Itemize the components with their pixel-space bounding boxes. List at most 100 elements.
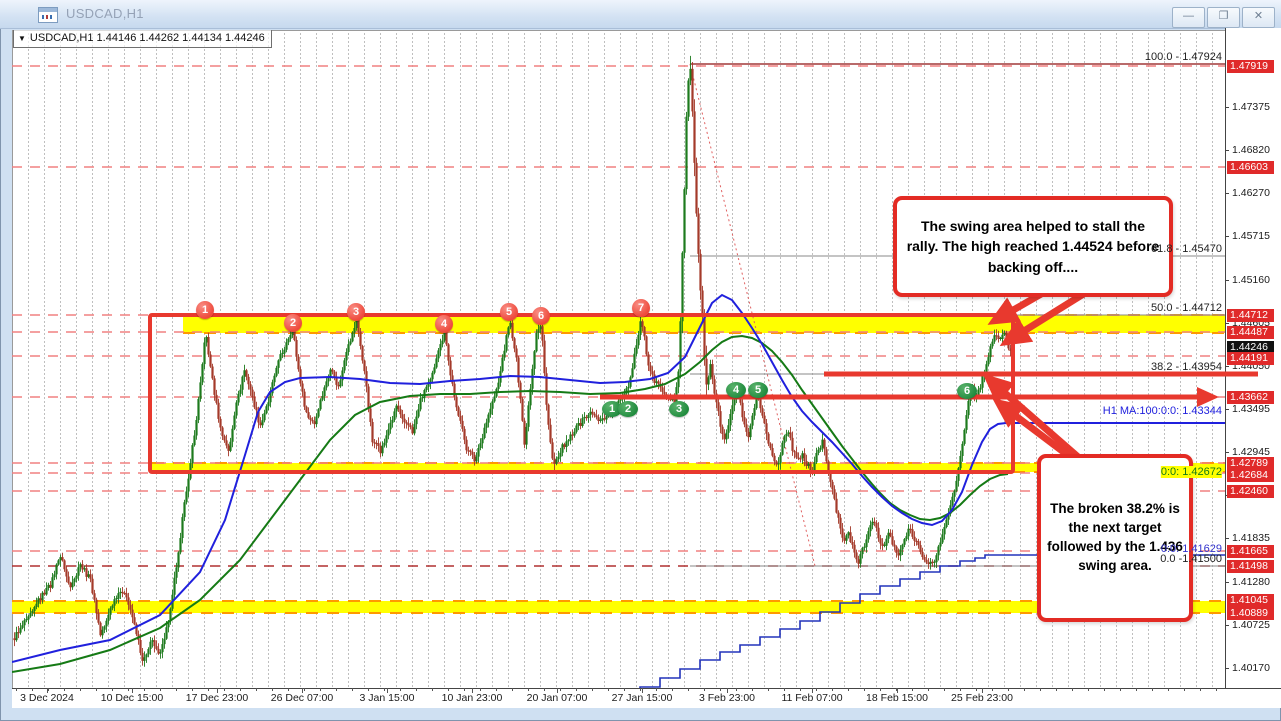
price-tick [1225,625,1229,626]
minor-time-tick [1216,688,1217,691]
level-price-badge: 1.43662 [1227,391,1274,404]
minor-time-tick [656,688,657,691]
annotation-swing-area[interactable]: The swing area helped to stall the rally… [893,196,1173,297]
time-tick-label: 18 Feb 15:00 [866,692,928,704]
time-tick-label: 20 Jan 07:00 [527,692,588,704]
minor-time-tick [192,688,193,691]
minor-time-tick [1040,688,1041,691]
swing-low-marker: 5 [748,382,768,398]
minor-time-tick [1136,688,1137,691]
level-price-badge: 1.41045 [1227,594,1274,607]
minor-time-tick [128,688,129,691]
ma-value-label: 0:0: 1.42672 [1161,466,1222,478]
minor-time-tick [560,688,561,691]
minor-time-tick [1168,688,1169,691]
level-price-badge: 1.41665 [1227,545,1274,558]
swing-high-marker: 2 [284,314,302,332]
minor-time-tick [672,688,673,691]
minor-time-tick [256,688,257,691]
minor-time-tick [160,688,161,691]
minor-time-tick [1088,688,1089,691]
price-tick-label: 1.45715 [1232,230,1270,242]
minor-time-tick [736,688,737,691]
level-price-badge: 1.47919 [1227,60,1274,73]
minor-time-tick [480,688,481,691]
minor-time-tick [32,688,33,691]
price-tick [1225,150,1229,151]
ma-value-label: 0:0: 1.41629 [1161,543,1222,555]
minor-time-tick [208,688,209,691]
minor-time-tick [48,688,49,691]
swing-high-marker: 6 [532,307,550,325]
minor-time-tick [704,688,705,691]
ohlc-text: USDCAD,H1 1.44146 1.44262 1.44134 1.4424… [30,32,265,44]
time-tick-label: 10 Dec 15:00 [101,692,163,704]
minor-time-tick [224,688,225,691]
minor-time-tick [1184,688,1185,691]
time-tick-label: 27 Jan 15:00 [612,692,673,704]
price-tick-label: 1.47375 [1232,101,1270,113]
minor-time-tick [320,688,321,691]
swing-low-marker: 3 [669,401,689,417]
collapse-arrow-icon[interactable]: ▼ [18,34,26,43]
price-tick [1225,538,1229,539]
minor-time-tick [624,688,625,691]
minor-time-tick [96,688,97,691]
minor-time-tick [80,688,81,691]
price-tick [1225,193,1229,194]
minor-time-tick [1104,688,1105,691]
annotation-382-target[interactable]: The broken 38.2% is the next target foll… [1037,454,1193,622]
minor-time-tick [800,688,801,691]
minor-time-tick [512,688,513,691]
minor-time-tick [544,688,545,691]
minor-time-tick [944,688,945,691]
minor-time-tick [768,688,769,691]
price-tick-label: 1.41835 [1232,532,1270,544]
time-tick-label: 3 Jan 15:00 [360,692,415,704]
minor-time-tick [592,688,593,691]
minor-time-tick [400,688,401,691]
swing-low-marker: 4 [726,382,746,398]
swing-high-marker: 3 [347,303,365,321]
price-tick [1225,366,1229,367]
minor-time-tick [608,688,609,691]
swing-high-marker: 4 [435,315,453,333]
pointer-arrow[interactable] [990,380,1085,463]
minor-time-tick [352,688,353,691]
minor-time-tick [848,688,849,691]
price-tick [1225,107,1229,108]
time-tick-label: 25 Feb 23:00 [951,692,1013,704]
minor-time-tick [976,688,977,691]
minor-time-tick [1200,688,1201,691]
price-tick-label: 1.43495 [1232,403,1270,415]
minor-time-tick [304,688,305,691]
fib-level-label: 100.0 - 1.47924 [1145,51,1222,63]
minor-time-tick [1120,688,1121,691]
swing-high-marker: 7 [632,299,650,317]
fib-level-label: 61.8 - 1.45470 [1151,243,1222,255]
minor-time-tick [640,688,641,691]
time-tick-label: 3 Dec 2024 [20,692,74,704]
minor-time-tick [784,688,785,691]
fib-level-label: 38.2 - 1.43954 [1151,361,1222,373]
minor-time-tick [912,688,913,691]
minor-time-tick [528,688,529,691]
minor-time-tick [1072,688,1073,691]
time-tick-label: 11 Feb 07:00 [781,692,842,704]
drawn-red-objects[interactable] [150,282,1258,478]
symbol-ohlc-readout[interactable]: ▼ USDCAD,H1 1.44146 1.44262 1.44134 1.442… [13,30,272,48]
ma-value-label: H1 MA:100:0:0: 1.43344 [1103,405,1222,417]
minor-time-tick [16,688,17,691]
mt4-chart-window: USDCAD,H1 — ❐ ✕ ▼USDCAD,H1 1.44146 1.442… [0,0,1281,721]
minor-time-tick [992,688,993,691]
minor-time-tick [64,688,65,691]
minor-time-tick [1024,688,1025,691]
minor-time-tick [880,688,881,691]
level-price-badge: 1.42684 [1227,469,1274,482]
time-tick-label: 10 Jan 23:00 [442,692,503,704]
minor-time-tick [832,688,833,691]
level-price-badge: 1.40889 [1227,607,1274,620]
minor-time-tick [576,688,577,691]
price-tick [1225,582,1229,583]
minor-time-tick [368,688,369,691]
